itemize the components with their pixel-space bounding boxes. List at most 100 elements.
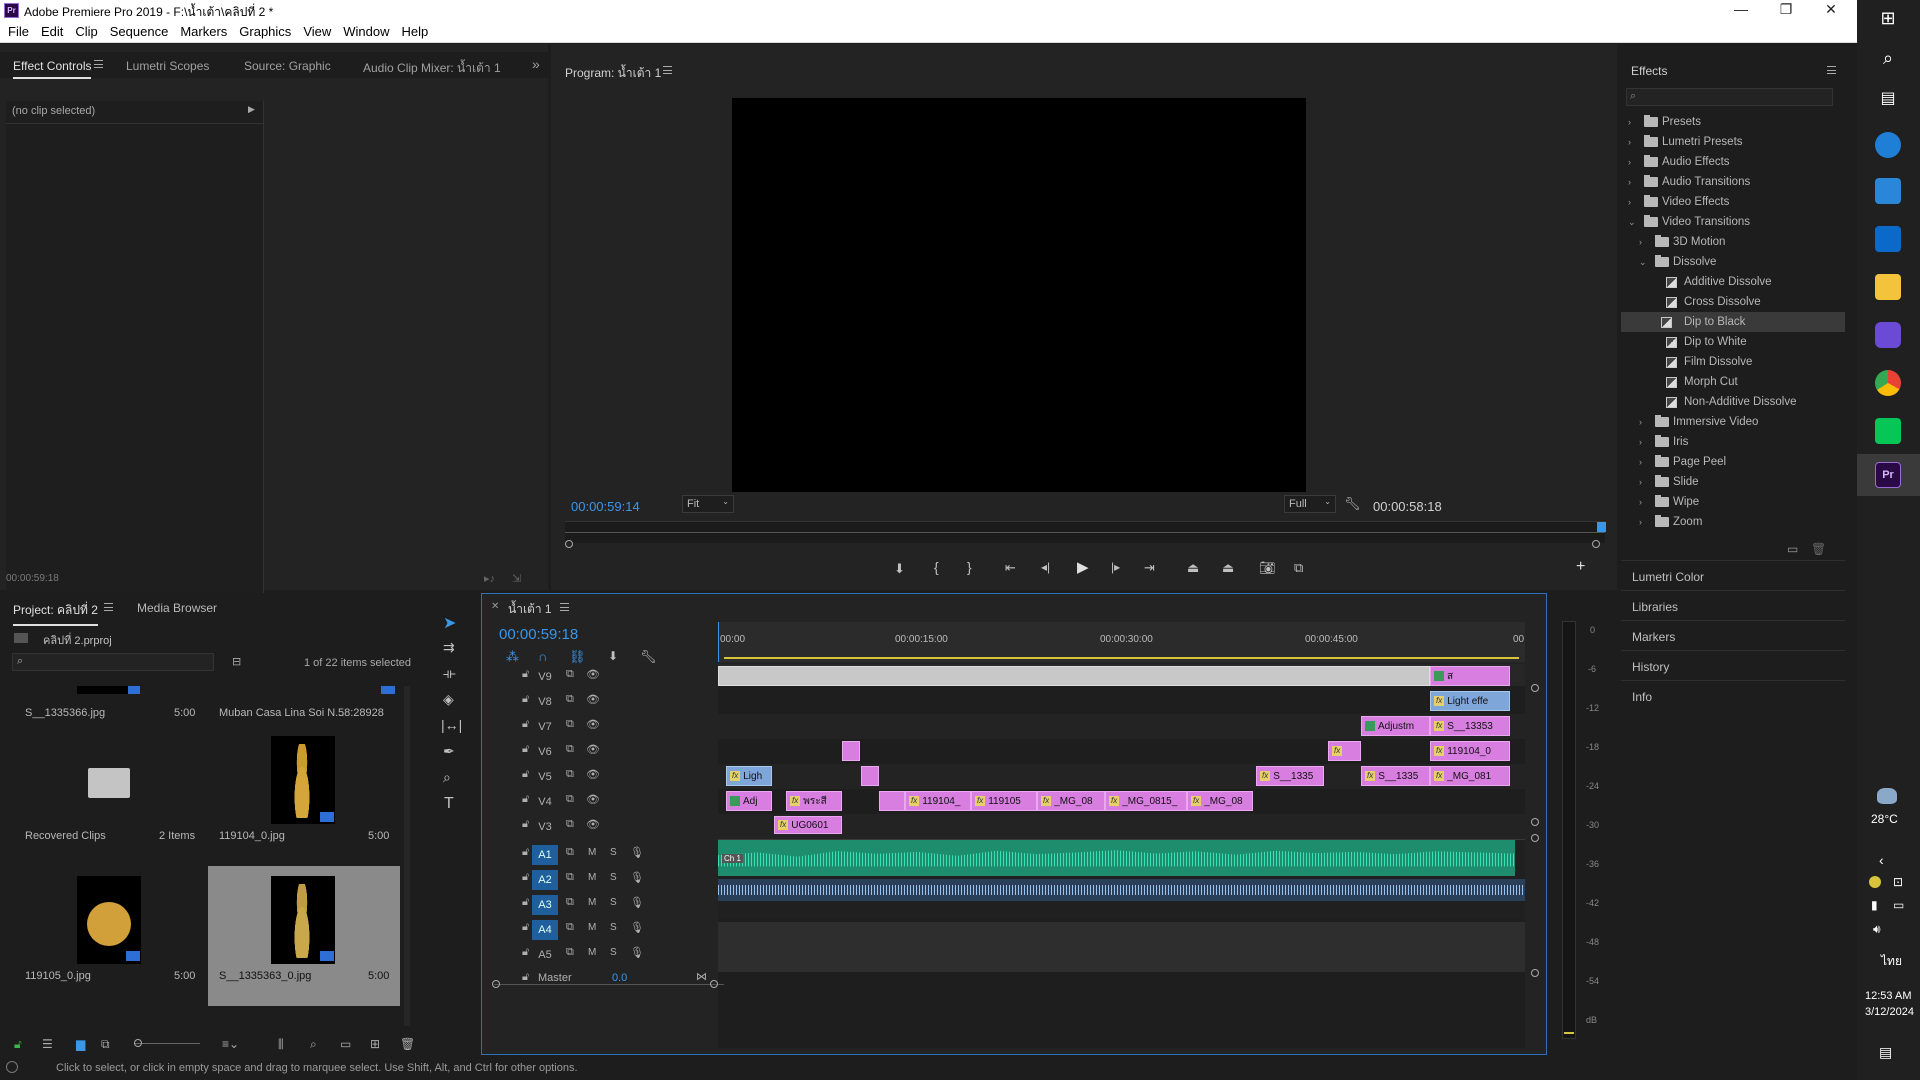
eye-icon[interactable]: 👁︎: [586, 793, 600, 806]
lumetri-color-panel-tab[interactable]: Lumetri Color: [1632, 570, 1704, 584]
tab-project[interactable]: Project: คลิปที่ 2: [13, 601, 98, 626]
track-label[interactable]: A2: [532, 870, 558, 890]
menu-markers[interactable]: Markers: [176, 21, 231, 39]
clip-v4-c[interactable]: fx 119104_: [905, 791, 971, 811]
solo-button[interactable]: S: [610, 947, 617, 958]
effects-tree-item[interactable]: Additive Dissolve: [1626, 272, 1840, 292]
clip-v5-small[interactable]: [861, 766, 879, 786]
slip-tool-icon[interactable]: |↔|: [441, 717, 462, 733]
menu-window[interactable]: Window: [339, 21, 393, 39]
project-scrollbar[interactable]: [404, 686, 410, 1026]
play-icon[interactable]: ▶: [1077, 558, 1089, 576]
effects-menu-icon[interactable]: [1827, 66, 1836, 74]
linked-selection-icon[interactable]: ⛓: [569, 649, 586, 665]
clip-v4-d[interactable]: fx 119105: [971, 791, 1037, 811]
microphone-icon[interactable]: 🎙︎: [630, 871, 644, 884]
track-label[interactable]: V7: [532, 717, 558, 737]
history-panel-tab[interactable]: History: [1632, 660, 1669, 674]
fit-select[interactable]: Fit ⌄: [682, 495, 734, 513]
menu-graphics[interactable]: Graphics: [235, 21, 295, 39]
notifications-icon[interactable]: ▤: [1879, 1044, 1892, 1061]
scroll-handle[interactable]: [1531, 818, 1539, 826]
project-search-input[interactable]: ⌕: [12, 653, 214, 671]
chevron-right-icon[interactable]: ›: [1628, 192, 1638, 212]
tab-media-browser[interactable]: Media Browser: [137, 601, 217, 615]
eye-icon[interactable]: 👁︎: [586, 743, 600, 756]
add-marker-icon[interactable]: ⬇︎: [608, 649, 618, 663]
program-tab[interactable]: Program: น้ำเต้า 1: [565, 64, 661, 83]
playhead-marker[interactable]: [1597, 522, 1606, 532]
microphone-icon[interactable]: 🎙︎: [630, 896, 644, 909]
program-scrub-bar[interactable]: [565, 521, 1606, 543]
lock-icon[interactable]: 🔓︎: [522, 768, 529, 781]
tab-effect-controls[interactable]: Effect Controls: [13, 59, 92, 79]
chevron-right-icon[interactable]: ›: [1639, 472, 1649, 492]
go-to-in-icon[interactable]: ⇤: [1005, 560, 1016, 576]
step-forward-icon[interactable]: |▸: [1111, 560, 1120, 574]
effects-tree-item[interactable]: › Immersive Video: [1626, 412, 1840, 432]
ripple-edit-tool-icon[interactable]: ⟛: [443, 665, 456, 682]
effects-tree-item[interactable]: › Audio Effects: [1626, 152, 1840, 172]
lock-icon[interactable]: 🔓︎: [522, 946, 529, 959]
effects-tree-item[interactable]: › Zoom: [1626, 512, 1840, 532]
track-select-tool-icon[interactable]: ⇉: [443, 639, 455, 656]
zoom-tool-icon[interactable]: ⌕: [443, 769, 451, 786]
mute-button[interactable]: M: [588, 922, 596, 933]
chevron-right-icon[interactable]: ›: [1639, 452, 1649, 472]
clip-v3[interactable]: fx UG0601: [774, 816, 842, 834]
track-label[interactable]: V3: [532, 817, 558, 837]
usb-icon[interactable]: ▮: [1871, 898, 1878, 912]
eye-icon[interactable]: 👁︎: [586, 718, 600, 731]
chrome-icon[interactable]: [1875, 370, 1901, 396]
automate-icon[interactable]: ⫼: [278, 1037, 284, 1052]
lock-icon[interactable]: 🔓︎: [522, 693, 529, 706]
clip-v5-d[interactable]: fx _MG_081: [1430, 766, 1510, 786]
toggle-output-icon[interactable]: ⧉: [566, 768, 574, 781]
clip-v5-c[interactable]: fx S__1335: [1361, 766, 1430, 786]
markers-panel-tab[interactable]: Markers: [1632, 630, 1675, 644]
scroll-handle[interactable]: [1531, 834, 1539, 842]
effects-tree-item[interactable]: › 3D Motion: [1626, 232, 1840, 252]
nest-icon[interactable]: ⁂: [506, 649, 519, 665]
sync-lock-icon[interactable]: ⧉: [566, 871, 574, 884]
track-area[interactable]: ส fx Light effe Adjustm fx S__13353 fx fx 1…: [718, 664, 1525, 1048]
track-label[interactable]: V4: [532, 792, 558, 812]
windows-start-icon[interactable]: ⊞: [1875, 8, 1901, 34]
chevron-right-icon[interactable]: ›: [1628, 112, 1638, 132]
add-button-icon[interactable]: +: [1576, 558, 1585, 576]
lock-icon[interactable]: 🔓︎: [522, 668, 529, 681]
project-menu-icon[interactable]: [104, 603, 113, 611]
effects-tree-item[interactable]: Cross Dissolve: [1626, 292, 1840, 312]
new-bin-icon[interactable]: ▭: [340, 1037, 351, 1051]
clip-v4-e[interactable]: fx _MG_08: [1037, 791, 1105, 811]
sync-lock-icon[interactable]: ⧉: [566, 896, 574, 909]
effects-tree-item[interactable]: › Presets: [1626, 112, 1840, 132]
new-search-bin-icon[interactable]: ⊟: [232, 655, 241, 668]
icon-view-icon[interactable]: ▆: [76, 1037, 85, 1051]
clip-v4-small[interactable]: [879, 791, 905, 811]
chevron-down-icon[interactable]: ⌄: [1639, 252, 1649, 272]
sync-lock-icon[interactable]: ⧉: [566, 846, 574, 859]
lock-icon[interactable]: 🔓︎: [522, 818, 529, 831]
mute-button[interactable]: M: [588, 872, 596, 883]
step-back-icon[interactable]: ◂|: [1041, 560, 1050, 574]
close-button[interactable]: ✕: [1811, 1, 1851, 18]
microphone-icon[interactable]: 🎙︎: [630, 846, 644, 859]
onedrive-icon[interactable]: ⊡: [1893, 875, 1903, 889]
add-marker-icon[interactable]: ⬇︎: [894, 561, 905, 577]
zoom-handle-left[interactable]: [565, 540, 573, 548]
lock-icon[interactable]: 🔓︎: [522, 921, 529, 934]
solo-button[interactable]: S: [610, 872, 617, 883]
chevron-right-icon[interactable]: ›: [1639, 412, 1649, 432]
effects-tree-item[interactable]: ⌄ Video Transitions: [1626, 212, 1840, 232]
timeline-menu-icon[interactable]: [560, 603, 569, 611]
expand-tracks-icon[interactable]: ⋈: [696, 970, 707, 983]
menu-edit[interactable]: Edit: [37, 21, 67, 39]
line-icon[interactable]: [1875, 418, 1901, 444]
freeform-view-icon[interactable]: ⧉: [101, 1037, 110, 1052]
toggle-output-icon[interactable]: ⧉: [566, 743, 574, 756]
menu-view[interactable]: View: [299, 21, 335, 39]
language-indicator[interactable]: ไทย: [1881, 952, 1902, 971]
zoom-slider-handle[interactable]: [134, 1039, 142, 1047]
network-icon[interactable]: ▭: [1893, 898, 1904, 912]
